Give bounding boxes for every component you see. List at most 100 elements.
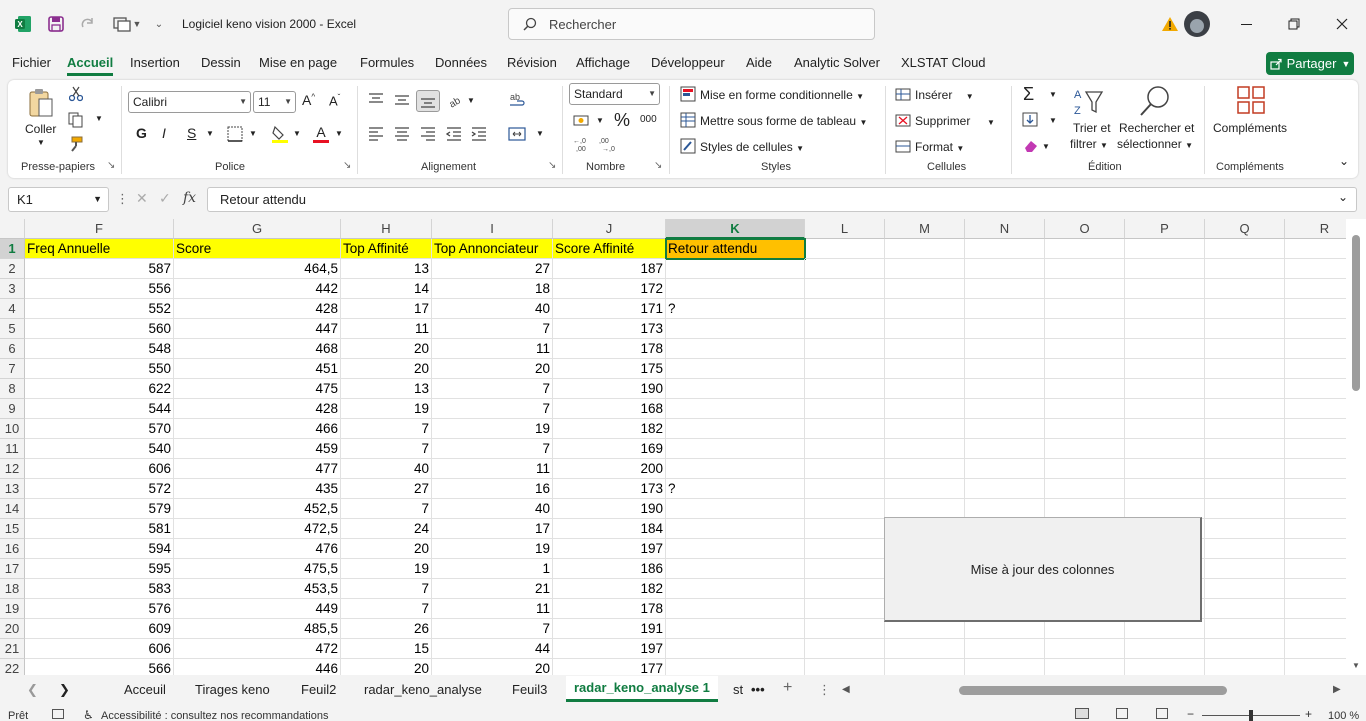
more-tabs-icon[interactable]: ••• <box>751 682 765 697</box>
add-sheet-icon[interactable]: + <box>783 679 792 697</box>
table-cell-n[interactable] <box>965 659 1045 675</box>
wrap-text-icon[interactable]: ab <box>508 92 528 110</box>
tab-scroll-right-icon[interactable]: ❯ <box>59 682 70 698</box>
table-cell-l[interactable] <box>805 379 885 399</box>
table-cell-q[interactable] <box>1205 379 1285 399</box>
table-cell-m[interactable] <box>885 399 965 419</box>
table-cell-h[interactable]: 11 <box>341 319 432 339</box>
row-header[interactable]: 9 <box>0 399 25 419</box>
table-cell-h[interactable]: 7 <box>341 499 432 519</box>
row-header[interactable]: 2 <box>0 259 25 279</box>
table-cell-o[interactable] <box>1045 279 1125 299</box>
table-cell-q[interactable] <box>1205 639 1285 659</box>
paste-label[interactable]: Coller <box>25 122 56 136</box>
table-cell-m[interactable] <box>885 479 965 499</box>
table-cell-i[interactable]: 20 <box>432 659 553 675</box>
header-cell-o[interactable] <box>1045 239 1125 259</box>
table-cell-l[interactable] <box>805 339 885 359</box>
table-cell-j[interactable]: 200 <box>553 459 666 479</box>
row-header[interactable]: 14 <box>0 499 25 519</box>
header-cell-k[interactable]: Retour attendu <box>665 238 806 260</box>
table-cell-p[interactable] <box>1125 399 1205 419</box>
tab-radar-keno-analyse[interactable]: radar_keno_analyse <box>364 682 482 697</box>
header-cell-i[interactable]: Top Annonciateur <box>432 239 553 259</box>
align-bottom-icon[interactable] <box>416 90 440 112</box>
more-options-icon[interactable]: ⋮ <box>116 191 129 207</box>
chevron-down-icon[interactable]: ▼ <box>1042 142 1050 151</box>
table-cell-m[interactable] <box>885 359 965 379</box>
table-cell-l[interactable] <box>805 399 885 419</box>
decrease-indent-icon[interactable] <box>446 126 462 142</box>
table-cell-i[interactable]: 11 <box>432 339 553 359</box>
table-cell-i[interactable]: 44 <box>432 639 553 659</box>
scroll-down-icon[interactable]: ▼ <box>1352 661 1360 670</box>
table-cell-h[interactable]: 14 <box>341 279 432 299</box>
format-cells-button[interactable]: Format ▼ <box>915 140 964 154</box>
table-cell-g[interactable]: 428 <box>174 299 341 319</box>
table-cell-g[interactable]: 476 <box>174 539 341 559</box>
macro-record-icon[interactable] <box>52 709 64 719</box>
table-cell-h[interactable]: 20 <box>341 539 432 559</box>
table-cell-h[interactable]: 7 <box>341 599 432 619</box>
avatar[interactable] <box>1184 11 1210 37</box>
table-cell-g[interactable]: 451 <box>174 359 341 379</box>
table-cell-h[interactable]: 24 <box>341 519 432 539</box>
table-cell-j[interactable]: 173 <box>553 479 666 499</box>
header-cell-n[interactable] <box>965 239 1045 259</box>
row-header[interactable]: 17 <box>0 559 25 579</box>
table-cell-o[interactable] <box>1045 499 1125 519</box>
vertical-scrollbar[interactable]: ▲ ▼ <box>1346 219 1366 675</box>
table-cell-f[interactable]: 595 <box>25 559 174 579</box>
table-cell-m[interactable] <box>885 319 965 339</box>
table-cell-h[interactable]: 13 <box>341 259 432 279</box>
table-cell-j[interactable]: 190 <box>553 499 666 519</box>
underline-button[interactable]: S <box>187 125 196 141</box>
table-cell-l[interactable] <box>805 359 885 379</box>
sort-filter-icon[interactable]: AZ <box>1072 84 1106 118</box>
table-cell-o[interactable] <box>1045 439 1125 459</box>
table-cell-p[interactable] <box>1125 419 1205 439</box>
table-cell-j[interactable]: 175 <box>553 359 666 379</box>
table-cell-k[interactable] <box>666 279 805 299</box>
chevron-down-icon[interactable]: ▼ <box>249 129 257 138</box>
tab-radar-keno-analyse-1[interactable]: radar_keno_analyse 1 <box>566 676 718 702</box>
table-cell-g[interactable]: 447 <box>174 319 341 339</box>
tab-feuil3[interactable]: Feuil3 <box>512 682 547 697</box>
menu-mise-en-page[interactable]: Mise en page <box>259 55 337 70</box>
table-cell-m[interactable] <box>885 619 965 639</box>
cell-styles-button[interactable]: Styles de cellules ▼ <box>700 140 804 154</box>
table-cell-p[interactable] <box>1125 619 1205 639</box>
number-format-select[interactable]: Standard ▼ <box>569 83 660 105</box>
table-cell-l[interactable] <box>805 279 885 299</box>
table-cell-k[interactable] <box>666 259 805 279</box>
table-cell-f[interactable]: 548 <box>25 339 174 359</box>
table-cell-g[interactable]: 453,5 <box>174 579 341 599</box>
menu-aide[interactable]: Aide <box>746 55 772 70</box>
menu-donnees[interactable]: Données <box>435 55 487 70</box>
italic-button[interactable]: I <box>162 125 166 141</box>
table-cell-i[interactable]: 7 <box>432 619 553 639</box>
table-cell-f[interactable]: 594 <box>25 539 174 559</box>
table-cell-h[interactable]: 26 <box>341 619 432 639</box>
table-cell-p[interactable] <box>1125 479 1205 499</box>
dialog-launcher-icon[interactable]: ↘ <box>654 160 662 171</box>
format-cells-icon[interactable] <box>895 138 911 154</box>
table-cell-o[interactable] <box>1045 619 1125 639</box>
column-header-q[interactable]: Q <box>1205 219 1285 239</box>
table-cell-g[interactable]: 435 <box>174 479 341 499</box>
table-cell-k[interactable]: ? <box>666 299 805 319</box>
fill-color-icon[interactable] <box>271 124 289 144</box>
more-options-icon[interactable]: ⋮ <box>818 682 831 698</box>
row-header[interactable]: 1 <box>0 239 25 259</box>
currency-icon[interactable] <box>573 113 593 129</box>
table-cell-l[interactable] <box>805 659 885 675</box>
table-cell-g[interactable]: 468 <box>174 339 341 359</box>
row-header[interactable]: 18 <box>0 579 25 599</box>
delete-cells-icon[interactable] <box>895 112 911 128</box>
table-cell-k[interactable] <box>666 339 805 359</box>
chevron-down-icon[interactable]: ▼ <box>335 129 343 138</box>
menu-analytic-solver[interactable]: Analytic Solver <box>794 55 880 70</box>
table-cell-o[interactable] <box>1045 479 1125 499</box>
table-cell-i[interactable]: 16 <box>432 479 553 499</box>
format-painter-icon[interactable] <box>68 136 84 152</box>
